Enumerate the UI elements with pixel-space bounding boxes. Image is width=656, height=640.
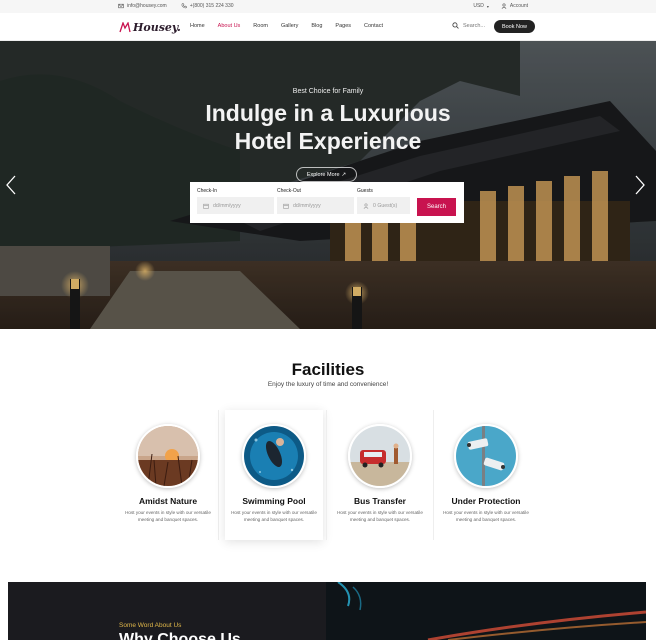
facilities-title: Facilities (291, 360, 365, 379)
amidst-nature-image (136, 424, 200, 488)
facility-card-amidst-nature[interactable]: Amidst Nature Host your events in style … (119, 410, 217, 540)
checkin-label: Check-In (197, 188, 218, 194)
nav-item-room[interactable]: Room (253, 23, 268, 29)
checkout-field: Check-Out dd/mm/yyyy (277, 188, 354, 214)
checkin-placeholder: dd/mm/yyyy (213, 202, 241, 209)
card-divider (326, 410, 327, 540)
facility-card-bus-transfer[interactable]: Bus Transfer Host your events in style w… (331, 410, 429, 540)
search-icon[interactable] (452, 22, 459, 29)
main-navigation: Housey. Home About Us Room Gallery Blog … (0, 13, 656, 41)
swimming-pool-image (242, 424, 306, 488)
chevron-down-icon: ▾ (486, 3, 489, 9)
search-input[interactable] (463, 22, 489, 29)
explore-more-label: Explore More (306, 171, 340, 178)
facility-title: Bus Transfer (354, 496, 406, 506)
nav-menu: Home About Us Room Gallery Blog Pages Co… (190, 23, 383, 29)
checkout-label: Check-Out (277, 188, 301, 194)
account-link[interactable]: Account (501, 3, 528, 9)
calendar-icon (283, 203, 289, 209)
calendar-icon (203, 203, 209, 209)
card-divider (218, 410, 219, 540)
book-now-button[interactable]: Book Now (494, 20, 535, 33)
facility-description: Host your events in style with our versa… (231, 510, 317, 522)
checkout-input[interactable]: dd/mm/yyyy (277, 197, 354, 214)
checkin-field: Check-In dd/mm/yyyy (197, 188, 274, 214)
facility-description: Host your events in style with our versa… (125, 510, 211, 522)
facility-description: Host your events in style with our versa… (443, 510, 529, 522)
nav-item-gallery[interactable]: Gallery (281, 23, 298, 29)
nav-item-pages[interactable]: Pages (335, 23, 351, 29)
mail-icon (118, 3, 124, 9)
guests-placeholder: 0 Guest(s) (373, 202, 398, 209)
under-protection-image (454, 424, 518, 488)
currency-select[interactable]: USD ▾ (473, 3, 489, 9)
hero-subtitle: Best Choice for Family (292, 88, 364, 95)
top-bar: info@housey.com +(800) 315 224 330 USD ▾… (0, 0, 656, 13)
facility-title: Amidst Nature (138, 496, 198, 506)
email-text: info@housey.com (127, 3, 167, 9)
why-eyebrow: Some Word About Us (119, 622, 182, 629)
card-divider (433, 410, 434, 540)
explore-more-button[interactable]: Explore More ↗ (296, 167, 357, 182)
hero-title-line-1: Indulge in a Luxurious (205, 100, 451, 126)
logo-mark-icon (119, 22, 131, 33)
user-icon (363, 202, 369, 209)
account-label: Account (509, 3, 528, 9)
facility-description: Host your events in style with our versa… (337, 510, 423, 522)
hero-title-line-2: Hotel Experience (234, 128, 422, 154)
nav-search (452, 22, 489, 29)
checkin-input[interactable]: dd/mm/yyyy (197, 197, 274, 214)
phone-text: +(800) 315 224 330 (189, 3, 234, 9)
bus-transfer-image (348, 424, 412, 488)
nav-item-home[interactable]: Home (190, 23, 205, 29)
arrow-up-right-icon: ↗ (341, 171, 347, 178)
phone-contact[interactable]: +(800) 315 224 330 (181, 3, 234, 9)
logo-text: Housey. (133, 21, 181, 34)
guests-input[interactable]: 0 Guest(s) (357, 197, 410, 214)
email-contact[interactable]: info@housey.com (118, 3, 167, 9)
nav-item-contact[interactable]: Contact (364, 23, 383, 29)
facility-card-swimming-pool[interactable]: Swimming Pool Host your events in style … (225, 410, 323, 540)
search-button[interactable]: Search (417, 198, 456, 216)
checkout-placeholder: dd/mm/yyyy (293, 202, 321, 209)
phone-icon (181, 3, 187, 9)
why-choose-us-section: Some Word About Us Why Choose Us (8, 582, 646, 640)
facility-title: Under Protection (451, 496, 521, 506)
why-title: Why Choose Us (119, 631, 241, 640)
facility-title: Swimming Pool (242, 496, 306, 506)
nav-item-about-us[interactable]: About Us (218, 23, 241, 29)
facility-card-under-protection[interactable]: Under Protection Host your events in sty… (437, 410, 535, 540)
nav-item-blog[interactable]: Blog (311, 23, 322, 29)
hero-title: Indulge in a Luxurious Hotel Experience (0, 99, 656, 155)
site-logo[interactable]: Housey. (119, 21, 181, 34)
chevron-left-icon[interactable] (5, 175, 17, 195)
chevron-right-icon[interactable] (634, 175, 646, 195)
facilities-subtitle: Enjoy the luxury of time and convenience… (267, 381, 389, 388)
why-background-image (326, 582, 646, 640)
user-icon (501, 3, 507, 9)
guests-field: Guests 0 Guest(s) (357, 188, 410, 214)
guests-label: Guests (357, 188, 373, 194)
currency-value: USD (473, 3, 484, 9)
